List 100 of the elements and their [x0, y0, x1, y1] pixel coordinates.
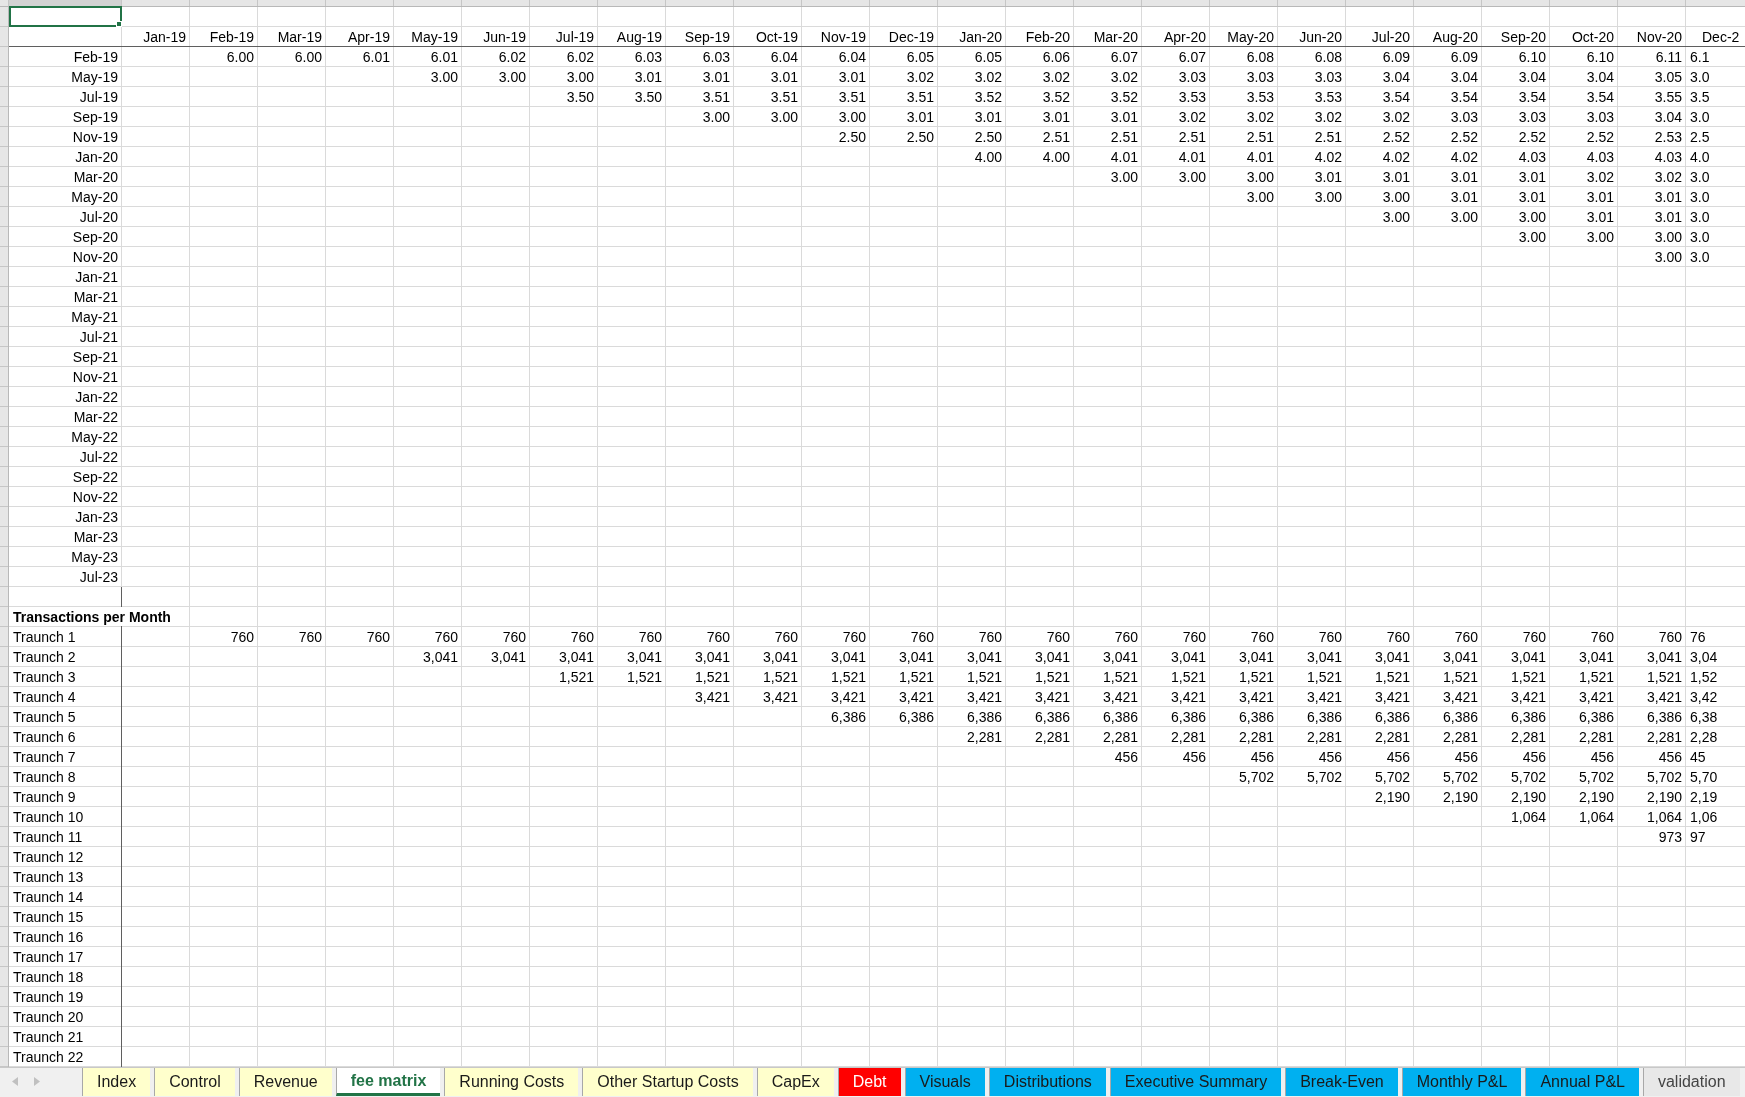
transaction-count: 760: [910, 628, 934, 645]
sheet-tab[interactable]: Revenue: [238, 1068, 332, 1096]
sheet-tab[interactable]: Executive Summary: [1109, 1068, 1282, 1096]
transaction-count: 3,041: [626, 648, 662, 665]
sheet-tab[interactable]: Control: [154, 1068, 235, 1096]
fee-value: 3.01: [838, 68, 866, 85]
row-label: Jul-21: [79, 328, 118, 345]
transaction-count: 1,521: [966, 668, 1002, 685]
fee-value: 6.09: [1450, 48, 1478, 65]
fee-value: 3.54: [1518, 88, 1546, 105]
fee-value: 3.00: [1246, 188, 1274, 205]
month-header: Mar-19: [277, 28, 322, 45]
fee-value: 3.00: [702, 108, 730, 125]
fee-value: 3.02: [1042, 68, 1070, 85]
row-label: Traunch 3: [13, 668, 76, 685]
fee-value: 3.02: [1654, 168, 1682, 185]
fee-value: 6.01: [430, 48, 458, 65]
transaction-count: 3,421: [1578, 688, 1614, 705]
sheet-tab[interactable]: Other Startup Costs: [582, 1068, 753, 1096]
fee-value: 3.01: [1382, 168, 1410, 185]
fee-value: 4.01: [1246, 148, 1274, 165]
month-header: May-20: [1227, 28, 1274, 45]
fee-value: 3.00: [1382, 208, 1410, 225]
transaction-count: 2,28: [1690, 728, 1718, 745]
transaction-count: 3,421: [966, 688, 1002, 705]
transaction-count: 760: [1590, 628, 1614, 645]
sheet-tab[interactable]: Index: [82, 1068, 151, 1096]
sheet-tab[interactable]: Distributions: [988, 1068, 1106, 1096]
transaction-count: 3,041: [1578, 648, 1614, 665]
fee-value: 3.00: [1518, 208, 1546, 225]
transaction-count: 3,421: [1306, 688, 1342, 705]
fee-value: 3.00: [1518, 228, 1546, 245]
transaction-count: 2,281: [1442, 728, 1478, 745]
sheet-tab[interactable]: Break-Even: [1285, 1068, 1398, 1096]
transaction-count: 3,041: [898, 648, 934, 665]
month-header: Jul-19: [555, 28, 594, 45]
month-header: Aug-20: [1432, 28, 1478, 45]
month-header: Sep-19: [684, 28, 730, 45]
row-label: May-20: [71, 188, 118, 205]
transaction-count: 760: [1114, 628, 1138, 645]
sheet-tab[interactable]: Running Costs: [444, 1068, 579, 1096]
fee-value: 3.51: [702, 88, 730, 105]
month-header: Nov-19: [820, 28, 866, 45]
transaction-count: 760: [1522, 628, 1546, 645]
transaction-count: 3,041: [1102, 648, 1138, 665]
row-label: Feb-19: [73, 48, 118, 65]
active-cell[interactable]: [9, 6, 122, 27]
row-label: Mar-22: [73, 408, 118, 425]
fee-value: 2.50: [974, 128, 1002, 145]
fee-value: 6.02: [498, 48, 526, 65]
fee-value: 3.0: [1690, 248, 1710, 265]
sheet-tab[interactable]: Debt: [837, 1068, 901, 1096]
fee-value: 6.05: [974, 48, 1002, 65]
row-label: Traunch 12: [13, 848, 84, 865]
transaction-count: 1,064: [1646, 808, 1682, 825]
fee-value: 3.00: [1450, 208, 1478, 225]
month-header: Jan-19: [143, 28, 186, 45]
fee-value: 3.03: [1518, 108, 1546, 125]
sheet-tab[interactable]: validation: [1642, 1068, 1740, 1096]
fee-value: 3.00: [1110, 168, 1138, 185]
transaction-count: 2,281: [1374, 728, 1410, 745]
fee-value: 6.08: [1246, 48, 1274, 65]
sheet-tab[interactable]: Monthly P&L: [1401, 1068, 1522, 1096]
transaction-count: 2,281: [1578, 728, 1614, 745]
row-label: Jan-21: [75, 268, 118, 285]
transaction-count: 97: [1690, 828, 1706, 845]
transaction-count: 760: [298, 628, 322, 645]
transaction-count: 3,42: [1690, 688, 1718, 705]
transaction-count: 3,421: [1374, 688, 1410, 705]
fee-value: 4.03: [1518, 148, 1546, 165]
transaction-count: 760: [842, 628, 866, 645]
fee-value: 3.01: [906, 108, 934, 125]
fee-value: 6.11: [1655, 48, 1682, 65]
fee-value: 3.50: [634, 88, 662, 105]
transaction-count: 2,281: [1238, 728, 1274, 745]
transaction-count: 2,281: [1034, 728, 1070, 745]
fee-value: 4.01: [1110, 148, 1138, 165]
transaction-count: 760: [1454, 628, 1478, 645]
row-label: Traunch 20: [13, 1008, 84, 1025]
fee-value: 3.54: [1450, 88, 1478, 105]
transaction-count: 456: [1590, 748, 1614, 765]
fee-value: 3.01: [974, 108, 1002, 125]
fee-value: 3.00: [1654, 228, 1682, 245]
fill-handle-icon[interactable]: [116, 21, 122, 27]
transaction-count: 3,421: [1238, 688, 1274, 705]
row-label: Sep-21: [72, 348, 118, 365]
month-header: Sep-20: [1500, 28, 1546, 45]
fee-value: 3.00: [1586, 228, 1614, 245]
transaction-count: 1,52: [1690, 668, 1718, 685]
sheet-tab[interactable]: fee matrix: [335, 1068, 441, 1096]
sheet-tab[interactable]: Visuals: [904, 1068, 985, 1096]
sheet-tab[interactable]: Annual P&L: [1525, 1068, 1639, 1096]
row-label: May-22: [71, 428, 118, 445]
fee-value: 3.00: [770, 108, 798, 125]
row-label: Traunch 16: [13, 928, 84, 945]
row-label: Sep-20: [72, 228, 118, 245]
sheet-tab[interactable]: CapEx: [756, 1068, 834, 1096]
fee-value: 3.00: [498, 68, 526, 85]
transaction-count: 1,521: [1510, 668, 1546, 685]
transaction-count: 456: [1454, 748, 1478, 765]
